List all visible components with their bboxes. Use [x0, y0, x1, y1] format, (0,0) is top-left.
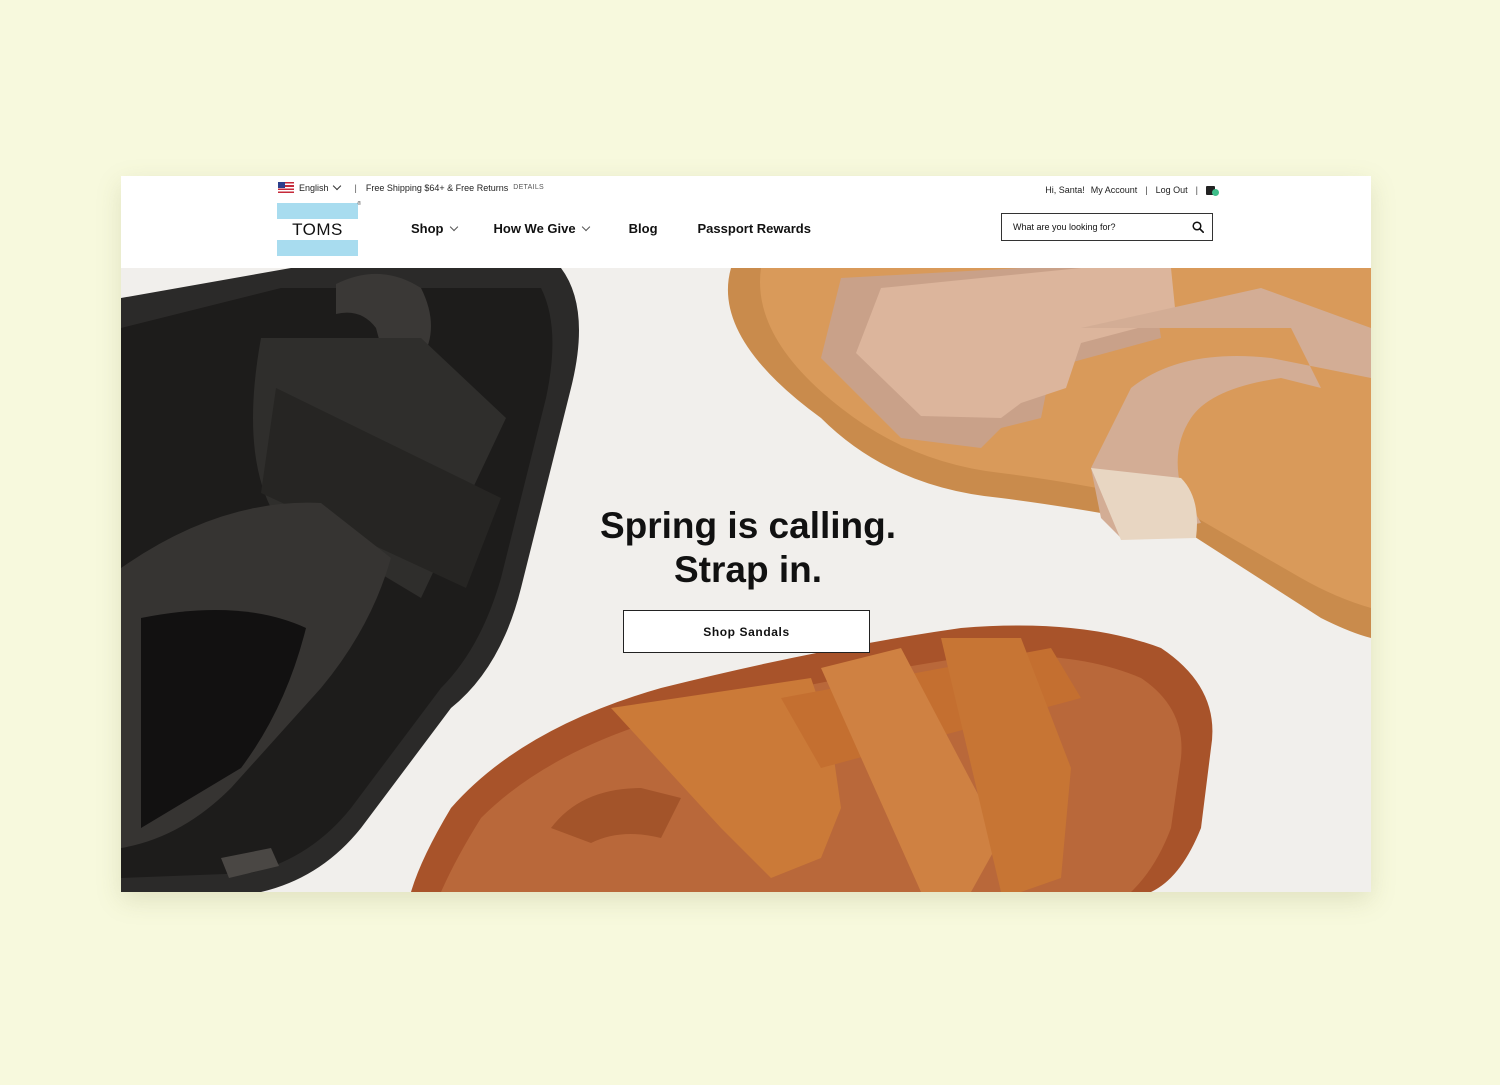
toms-logo[interactable]: TOMS ®	[277, 201, 361, 256]
main-nav: Shop How We Give Blog Passport Rewards	[411, 221, 851, 236]
trademark-symbol: ®	[357, 201, 361, 207]
shop-sandals-button[interactable]: Shop Sandals	[623, 610, 870, 653]
promo-text: Free Shipping $64+ & Free Returns	[365, 182, 509, 193]
greeting-text: Hi, Santa!	[1045, 185, 1085, 195]
divider: |	[354, 182, 357, 193]
divider: |	[1145, 185, 1148, 195]
divider: |	[1195, 185, 1198, 195]
nav-item-label: Passport Rewards	[697, 221, 811, 236]
promo-details-link[interactable]: DETAILS	[513, 184, 544, 191]
search-box	[1001, 213, 1213, 241]
nav-item-label: Shop	[411, 221, 444, 236]
nav-item-label: How We Give	[493, 221, 576, 236]
chevron-down-icon[interactable]	[332, 181, 341, 191]
tan-sandal-image	[411, 625, 1213, 892]
search-input[interactable]	[1011, 221, 1185, 233]
shopping-bag-icon[interactable]	[1206, 184, 1219, 196]
nav-item-blog[interactable]: Blog	[629, 221, 658, 236]
logo-text: TOMS	[277, 219, 358, 240]
hero-headline-line-2: Strap in.	[673, 549, 823, 590]
nav-item-how-we-give[interactable]: How We Give	[493, 221, 590, 236]
my-account-link[interactable]: My Account	[1091, 185, 1138, 195]
search-icon[interactable]	[1192, 221, 1204, 233]
language-selector[interactable]: English	[299, 183, 329, 193]
nav-item-passport-rewards[interactable]: Passport Rewards	[698, 221, 811, 236]
nav-item-label: Blog	[628, 221, 658, 236]
hero-headline-line-1: Spring is calling.	[599, 505, 897, 546]
chevron-down-icon	[581, 222, 590, 232]
chevron-down-icon	[449, 222, 458, 232]
utility-bar-right: Hi, Santa! My Account | Log Out |	[1045, 184, 1219, 196]
utility-bar-left: English | Free Shipping $64+ & Free Retu…	[278, 181, 544, 193]
browser-page: English | Free Shipping $64+ & Free Retu…	[121, 176, 1371, 892]
site-header: English | Free Shipping $64+ & Free Retu…	[121, 176, 1371, 268]
nav-item-shop[interactable]: Shop	[411, 221, 458, 236]
hero-headline: Spring is calling. Strap in.	[121, 504, 1371, 592]
us-flag-icon[interactable]	[278, 182, 294, 193]
log-out-link[interactable]: Log Out	[1156, 185, 1188, 195]
hero-banner: Spring is calling. Strap in. Shop Sandal…	[121, 268, 1371, 892]
